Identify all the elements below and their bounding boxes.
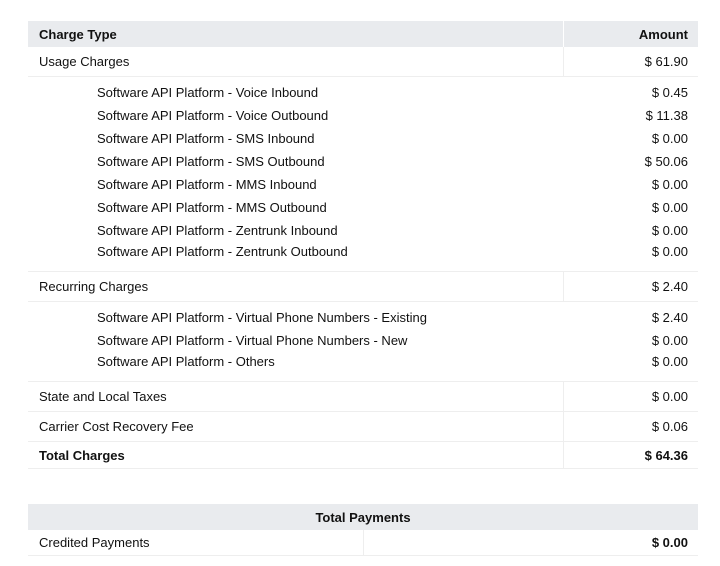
line-item-label: Software API Platform - Others <box>28 352 563 382</box>
line-item-label: Software API Platform - Virtual Phone Nu… <box>97 310 427 325</box>
credited-payments-row: Credited Payments $ 0.00 <box>28 530 698 556</box>
payments-table: Total Payments Credited Payments $ 0.00 <box>28 504 698 556</box>
charges-section: Charge Type Amount Usage Charges $ 61.90… <box>28 21 698 469</box>
line-item-row: Software API Platform - Voice Outbound $… <box>28 104 698 127</box>
charges-header-row: Charge Type Amount <box>28 21 698 47</box>
charges-table: Charge Type Amount Usage Charges $ 61.90… <box>28 21 698 469</box>
line-item-amount: $ 0.00 <box>651 223 688 238</box>
group-label: Recurring Charges <box>28 271 564 302</box>
line-item-row: Software API Platform - Others $ 0.00 <box>28 352 698 382</box>
carrier-cost-recovery-row: Carrier Cost Recovery Fee $ 0.06 <box>28 411 698 442</box>
line-item-label: Software API Platform - Virtual Phone Nu… <box>97 333 408 348</box>
line-item-label: Software API Platform - MMS Inbound <box>97 177 317 192</box>
line-item-amount: $ 11.38 <box>645 108 688 123</box>
line-item-row: Software API Platform - Zentrunk Inbound… <box>28 219 698 242</box>
line-item-amount: $ 0.00 <box>651 177 688 192</box>
line-item-row: Software API Platform - MMS Outbound $ 0… <box>28 196 698 219</box>
line-item-row: Software API Platform - Voice Inbound $ … <box>28 77 698 105</box>
usage-charges-row: Usage Charges $ 61.90 <box>28 47 698 77</box>
line-item-label: Software API Platform - Zentrunk Inbound <box>97 223 338 238</box>
total-charges-row: Total Charges $ 64.36 <box>28 441 698 469</box>
line-item-amount: $ 0.00 <box>651 333 688 348</box>
amount-header: Amount <box>563 21 698 47</box>
payment-amount: $ 0.00 <box>363 530 698 556</box>
line-item-amount: $ 0.00 <box>563 242 698 272</box>
line-item-row: Software API Platform - MMS Inbound $ 0.… <box>28 173 698 196</box>
line-item-amount: $ 0.00 <box>651 131 688 146</box>
line-item-label: Software API Platform - Zentrunk Outboun… <box>28 242 563 272</box>
line-item-amount: $ 2.40 <box>651 310 688 325</box>
line-item-amount: $ 0.00 <box>651 200 688 215</box>
line-item-row: Software API Platform - SMS Inbound $ 0.… <box>28 127 698 150</box>
line-item-row: Software API Platform - Zentrunk Outboun… <box>28 242 698 272</box>
payment-label: Credited Payments <box>28 530 364 556</box>
row-label: Carrier Cost Recovery Fee <box>28 411 564 442</box>
payments-header: Total Payments <box>28 504 698 530</box>
line-item-amount: $ 0.45 <box>651 85 688 100</box>
line-item-label: Software API Platform - MMS Outbound <box>97 200 327 215</box>
line-item-row: Software API Platform - Virtual Phone Nu… <box>28 329 698 352</box>
payments-header-row: Total Payments <box>28 504 698 530</box>
line-item-amount: $ 50.06 <box>644 154 688 169</box>
line-item-row: Software API Platform - Virtual Phone Nu… <box>28 302 698 330</box>
recurring-charges-row: Recurring Charges $ 2.40 <box>28 271 698 302</box>
row-amount: $ 0.00 <box>563 381 698 412</box>
line-item-label: Software API Platform - Voice Outbound <box>97 108 329 123</box>
state-local-taxes-row: State and Local Taxes $ 0.00 <box>28 381 698 412</box>
group-amount: $ 2.40 <box>563 271 698 302</box>
total-label: Total Charges <box>28 441 564 469</box>
charge-type-header: Charge Type <box>28 21 564 47</box>
row-label: State and Local Taxes <box>28 381 564 412</box>
line-item-label: Software API Platform - SMS Inbound <box>97 131 315 146</box>
line-item-label: Software API Platform - Voice Inbound <box>97 85 319 100</box>
group-amount: $ 61.90 <box>563 47 698 77</box>
payments-section: Total Payments Credited Payments $ 0.00 <box>28 504 698 556</box>
line-item-amount: $ 0.00 <box>563 352 698 382</box>
row-amount: $ 0.06 <box>563 411 698 442</box>
total-amount: $ 64.36 <box>563 441 698 469</box>
group-label: Usage Charges <box>28 47 564 77</box>
line-item-label: Software API Platform - SMS Outbound <box>97 154 325 169</box>
line-item-row: Software API Platform - SMS Outbound $ 5… <box>28 150 698 173</box>
